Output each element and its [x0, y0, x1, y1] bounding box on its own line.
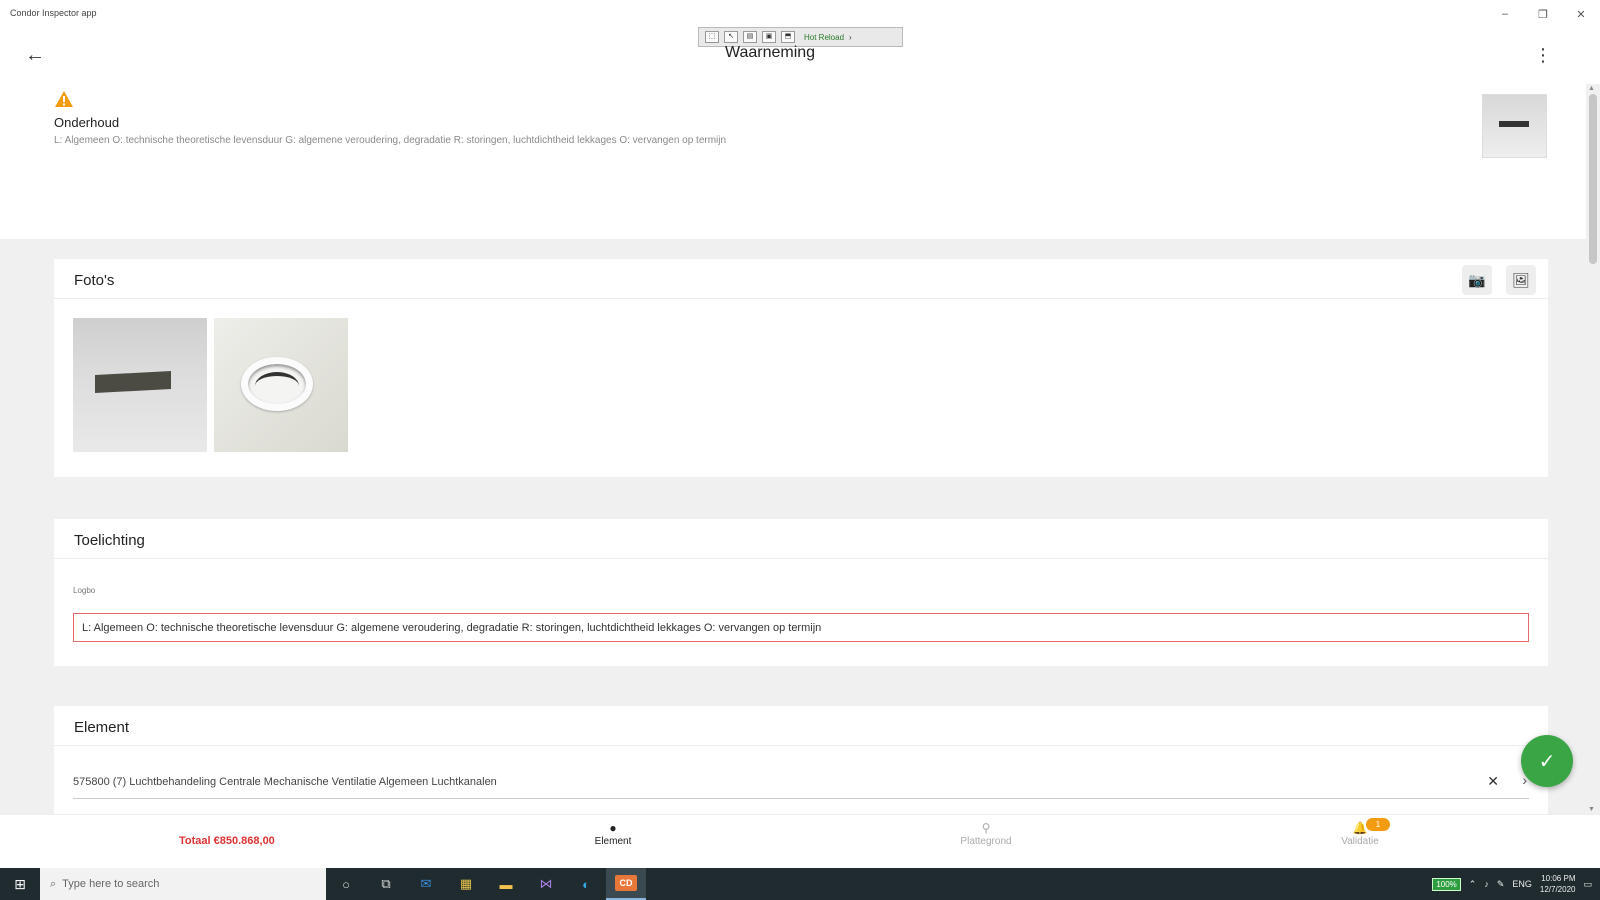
nav-tab-plattegrond[interactable]: ⚲ Plattegrond	[926, 821, 1046, 847]
search-icon: ⌕	[50, 877, 57, 890]
condor-app-tile: CD	[615, 875, 637, 891]
page-title: Waarneming	[724, 44, 816, 61]
thumbnail-vent	[1499, 121, 1529, 127]
observation-thumbnail[interactable]	[1482, 94, 1547, 158]
minimize-button[interactable]: –	[1486, 0, 1524, 28]
observation-description: L: Algemeen O: technische theoretische l…	[54, 135, 727, 146]
photo-vent-grill	[95, 371, 171, 393]
more-vertical-icon: ⋮	[1534, 45, 1552, 65]
nav-tab-label: Plattegrond	[960, 836, 1012, 847]
clock-time: 10:06 PM	[1541, 874, 1576, 883]
observation-summary: Onderhoud L: Algemeen O: technische theo…	[0, 82, 1586, 239]
outlook-icon[interactable]: ✉	[406, 868, 446, 900]
element-card: Element 575800 (7) Luchtbehandeling Cent…	[54, 706, 1548, 814]
taskbar-search[interactable]: ⌕ Type here to search	[40, 868, 326, 900]
toelichting-card-header: Toelichting	[54, 519, 1548, 559]
nav-tab-validatie[interactable]: 🔔 1 Validatie	[1300, 818, 1420, 847]
logbo-input[interactable]	[73, 613, 1529, 642]
network-icon[interactable]: ⌃	[1469, 879, 1477, 890]
element-title: Element	[74, 719, 130, 736]
camera-icon: 📷	[1468, 271, 1486, 288]
total-amount: Totaal €850.868,00	[179, 835, 275, 847]
photo-thumbnail[interactable]	[73, 318, 207, 452]
visual-studio-icon[interactable]: ⋈	[526, 868, 566, 900]
nav-tab-label: Validatie	[1341, 836, 1379, 847]
pick-photo-button[interactable]: 🖼	[1506, 265, 1536, 295]
nav-tab-label: Element	[594, 836, 632, 847]
toelichting-title: Toelichting	[74, 532, 145, 549]
save-fab-button[interactable]: ✓	[1521, 735, 1573, 787]
check-icon: ✓	[1538, 750, 1556, 773]
photos-title: Foto's	[74, 272, 115, 289]
app-header: ← Waarneming ⋮	[0, 28, 1600, 82]
condor-app-icon[interactable]: CD	[606, 868, 646, 900]
logbo-label: Logbo	[73, 586, 96, 595]
system-tray: 100% ⌃ ♪ ✎ ENG 10:06 PM 12/7/2020 ▭	[1432, 873, 1600, 895]
warning-icon	[55, 91, 73, 107]
element-card-header: Element	[54, 706, 1548, 746]
photo-round-vent	[241, 357, 313, 411]
map-pin-icon: ⚲	[981, 821, 991, 835]
bell-icon: 🔔	[1352, 821, 1368, 835]
clock[interactable]: 10:06 PM 12/7/2020	[1540, 873, 1576, 895]
photos-card: Foto's 📷 🖼	[54, 259, 1548, 477]
window-title: Condor Inspector app	[10, 8, 97, 18]
validation-badge: 1	[1366, 818, 1390, 831]
content-area: Foto's 📷 🖼 Toelichting Logbo Element 575…	[0, 239, 1586, 814]
battery-indicator[interactable]: 100%	[1432, 877, 1461, 891]
app-icon[interactable]: ▦	[446, 868, 486, 900]
volume-icon[interactable]: ♪	[1484, 879, 1489, 889]
file-explorer-icon[interactable]: ▬	[486, 868, 526, 900]
info-icon: ●	[609, 821, 617, 835]
maximize-button[interactable]: ❐	[1524, 0, 1562, 28]
observation-type: Onderhoud	[54, 115, 120, 130]
window-titlebar: Condor Inspector app – ❐ ✕	[0, 0, 1600, 28]
search-placeholder: Type here to search	[62, 878, 160, 890]
taskbar: ⊞ ⌕ Type here to search ○ ⧉ ✉ ▦ ▬ ⋈ ◐ CD…	[0, 868, 1600, 900]
element-value: 575800 (7) Luchtbehandeling Centrale Mec…	[73, 776, 497, 788]
scrollbar[interactable]: ▲ ▼	[1586, 84, 1600, 814]
image-gallery-icon: 🖼	[1512, 271, 1530, 288]
element-selector[interactable]: 575800 (7) Luchtbehandeling Centrale Mec…	[73, 763, 1529, 799]
photos-card-header: Foto's 📷 🖼	[54, 259, 1548, 299]
task-view-icon[interactable]: ⧉	[366, 868, 406, 900]
nav-tab-element[interactable]: ● Element	[553, 821, 673, 847]
toelichting-card: Toelichting Logbo	[54, 519, 1548, 666]
window-controls: – ❐ ✕	[1486, 0, 1600, 28]
start-button[interactable]: ⊞	[0, 868, 40, 900]
scrollbar-thumb[interactable]	[1589, 94, 1597, 264]
pen-icon[interactable]: ✎	[1497, 879, 1505, 890]
bottom-navigation: Totaal €850.868,00 ● Element ⚲ Plattegro…	[0, 814, 1600, 868]
close-window-button[interactable]: ✕	[1562, 0, 1600, 28]
clock-date: 12/7/2020	[1539, 885, 1576, 894]
windows-logo-icon: ⊞	[14, 875, 26, 892]
cortana-icon[interactable]: ○	[326, 868, 366, 900]
photo-thumbnail[interactable]	[214, 318, 348, 452]
scroll-down-icon[interactable]: ▼	[1588, 806, 1595, 813]
edge-browser-icon[interactable]: ◐	[566, 868, 606, 900]
notification-icon[interactable]: ▭	[1583, 879, 1592, 890]
clear-element-button[interactable]: ✕	[1487, 773, 1499, 790]
scroll-up-icon[interactable]: ▲	[1588, 85, 1595, 92]
language-indicator[interactable]: ENG	[1512, 879, 1532, 889]
more-options-button[interactable]: ⋮	[1534, 42, 1552, 68]
take-photo-button[interactable]: 📷	[1462, 265, 1492, 295]
